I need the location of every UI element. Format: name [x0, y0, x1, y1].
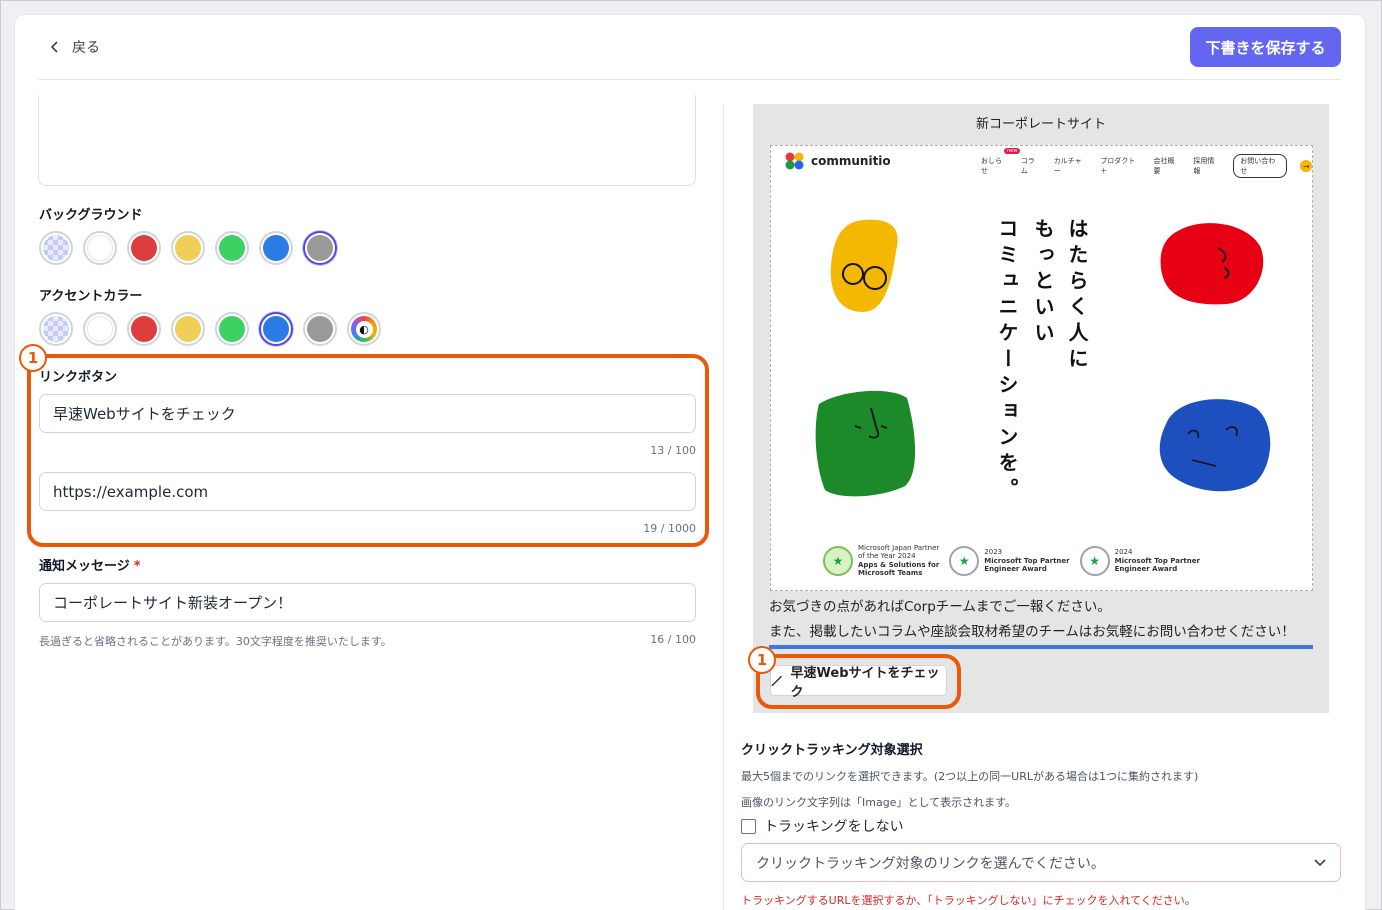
swatch-color[interactable]	[171, 312, 205, 346]
preview-body-line2: また、掲載したいコラムや座談会取材希望のチームはお気軽にお問い合わせください！	[769, 624, 1295, 640]
swatch-custom-color[interactable]: ◐	[347, 312, 381, 346]
nav-item: 採用情報	[1193, 157, 1215, 175]
tracking-title: クリックトラッキング対象選択	[741, 743, 923, 758]
award-item: ★ 2024 Microsoft Top Partner Engineer Aw…	[1079, 545, 1200, 576]
nav-item: おしらせ	[981, 157, 1002, 175]
accent-swatches: ◐	[39, 312, 381, 346]
swatch-color[interactable]	[303, 312, 337, 346]
preview-nav: おしらせ コラム カルチャー プロダクト＋ 会社概要 採用情報 お問い合わせ →	[981, 154, 1312, 178]
swatch-color[interactable]	[127, 312, 161, 346]
accent-label: アクセントカラー	[39, 289, 143, 304]
header-divider	[38, 79, 1341, 80]
blue-face-illustration	[1159, 399, 1271, 492]
preview-divider-bar	[769, 645, 1313, 649]
notification-label: 通知メッセージ *	[39, 559, 141, 574]
chevron-left-icon	[50, 41, 58, 53]
awards-strip: ★ Microsoft Japan Partner of the Year 20…	[823, 544, 1200, 578]
tracking-desc-2: 画像のリンク文字列は「Image」として表示されます。	[741, 796, 1017, 809]
save-draft-button[interactable]: 下書きを保存する	[1190, 27, 1341, 67]
swatch-color[interactable]	[127, 231, 161, 265]
swatch-color[interactable]	[259, 231, 293, 265]
background-swatches	[39, 231, 337, 265]
nav-contact: お問い合わせ	[1233, 154, 1288, 178]
swatch-color[interactable]	[215, 231, 249, 265]
message-preview: 新コーポレートサイト communitio new おしらせ コラム カルチャー…	[753, 104, 1329, 713]
headline-col1: はたらく人に	[1065, 218, 1089, 374]
swatch-color[interactable]	[171, 231, 205, 265]
award-seal-icon: ★	[949, 545, 980, 576]
no-tracking-row: トラッキングをしない	[741, 816, 904, 836]
preview-hero-image[interactable]: communitio new おしらせ コラム カルチャー プロダクト＋ 会社概…	[770, 145, 1313, 591]
red-face-illustration	[1160, 223, 1264, 305]
callout-number-badge: 1	[19, 344, 47, 372]
brand-name: communitio	[811, 154, 891, 168]
swatch-transparent[interactable]	[39, 312, 73, 346]
preview-title: 新コーポレートサイト	[975, 117, 1106, 132]
award-seal-icon: ★	[1079, 545, 1110, 576]
tracking-select-placeholder: クリックトラッキング対象のリンクを選んでください。	[756, 855, 1105, 872]
yellow-face-illustration	[830, 219, 898, 312]
arrow-right-icon: →	[1300, 160, 1312, 172]
required-mark: *	[133, 559, 141, 574]
body-textarea[interactable]	[38, 95, 696, 186]
brand-logo: communitio	[785, 152, 891, 170]
nav-item: コラム	[1020, 157, 1035, 175]
palette-icon: ◐	[355, 320, 373, 338]
nav-item: 会社概要	[1153, 157, 1175, 175]
notification-input[interactable]: コーポレートサイト新装オープン！	[39, 583, 696, 622]
notification-hint: 長過ぎると省略されることがあります。30文字程度を推奨いたします。	[39, 635, 392, 648]
no-tracking-checkbox[interactable]	[741, 818, 756, 834]
swatch-color[interactable]	[215, 312, 249, 346]
callout-highlight-link-button	[27, 354, 709, 547]
tracking-link-select[interactable]: クリックトラッキング対象のリンクを選んでください。	[741, 843, 1341, 882]
tracking-error: トラッキングするURLを選択するか、「トラッキングしない」にチェックを入れてくだ…	[741, 894, 1196, 907]
green-face-illustration	[815, 390, 916, 497]
tracking-desc-1: 最大5個までのリンクを選択できます。(2つ以上の同一URLがある場合は1つに集約…	[741, 770, 1199, 783]
communitio-logo-icon	[785, 152, 804, 170]
swatch-color[interactable]	[303, 231, 337, 265]
award-item: ★ 2023 Microsoft Top Partner Engineer Aw…	[949, 545, 1070, 576]
swatch-color[interactable]	[83, 312, 117, 346]
callout-highlight-preview-button	[756, 654, 961, 709]
background-label: バックグラウンド	[39, 208, 143, 223]
column-divider	[723, 104, 724, 910]
swatch-color[interactable]	[259, 312, 293, 346]
back-link[interactable]: 戻る	[50, 37, 100, 57]
nav-item: カルチャー	[1053, 157, 1082, 175]
preview-body-line1: お気づきの点があればCorpチームまでご一報ください。	[769, 599, 1111, 615]
back-label: 戻る	[72, 40, 100, 56]
nav-item: プロダクト＋	[1100, 157, 1136, 175]
callout-number-badge: 1	[748, 646, 776, 674]
award-seal-icon: ★	[823, 545, 853, 576]
swatch-transparent[interactable]	[39, 231, 73, 265]
headline-col2: もっといい	[1031, 218, 1055, 348]
award-item: ★ Microsoft Japan Partner of the Year 20…	[823, 544, 939, 578]
headline-col3: コミュニケーションを。	[995, 218, 1019, 504]
notification-counter: 16 / 100	[650, 633, 696, 646]
no-tracking-label: トラッキングをしない	[764, 819, 904, 835]
swatch-color[interactable]	[83, 231, 117, 265]
chevron-down-icon	[1314, 858, 1326, 866]
